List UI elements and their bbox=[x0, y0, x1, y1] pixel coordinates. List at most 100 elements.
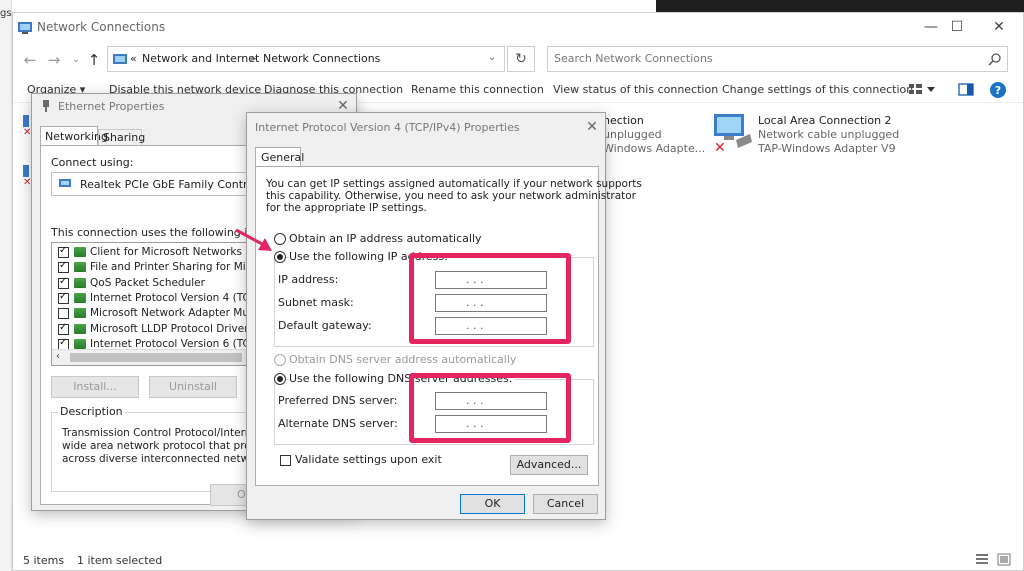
tab-label: Sharing bbox=[103, 131, 146, 144]
network-component-icon bbox=[74, 308, 86, 319]
scroll-left-icon[interactable]: ‹ bbox=[56, 351, 60, 362]
network-component-icon bbox=[74, 338, 86, 349]
network-component-icon bbox=[74, 247, 86, 257]
adapter-driver: Windows Adapte... bbox=[603, 142, 706, 155]
intro-line: for the appropriate IP settings. bbox=[266, 202, 427, 214]
tab-label: General bbox=[261, 151, 305, 164]
network-component-icon bbox=[74, 292, 86, 303]
item-checkbox[interactable] bbox=[58, 308, 69, 320]
adapter-item[interactable]: ✕ Local Area Connection 2 Network cable … bbox=[710, 112, 920, 158]
adapter-name: Local Area Connection 2 bbox=[758, 114, 892, 127]
minimize-button[interactable]: — bbox=[917, 17, 945, 37]
connect-using-label: Connect using: bbox=[51, 156, 134, 169]
validate-checkbox[interactable] bbox=[280, 455, 291, 466]
item-label: Client for Microsoft Networks bbox=[90, 246, 242, 258]
network-component-icon bbox=[74, 277, 86, 288]
description-label: Description bbox=[58, 405, 125, 418]
search-input[interactable]: Search Network Connections bbox=[547, 46, 1008, 72]
forward-arrow-icon[interactable]: → bbox=[45, 51, 63, 69]
refresh-icon[interactable]: ↻ bbox=[507, 46, 535, 72]
close-button[interactable]: ✕ bbox=[985, 17, 1013, 37]
validate-label: Validate settings upon exit bbox=[295, 453, 442, 466]
use-following-dns-radio[interactable] bbox=[274, 373, 286, 385]
item-label: QoS Packet Scheduler bbox=[90, 276, 205, 289]
svg-text:✕: ✕ bbox=[714, 140, 726, 152]
close-icon[interactable]: ✕ bbox=[582, 117, 602, 137]
breadcrumb-chevrons: « bbox=[130, 52, 137, 65]
adapter-status: unplugged bbox=[603, 128, 662, 141]
scrollbar-thumb[interactable] bbox=[70, 353, 242, 362]
preferred-dns-label: Preferred DNS server: bbox=[278, 394, 398, 407]
alternate-dns-label: Alternate DNS server: bbox=[278, 417, 398, 430]
install-button[interactable]: Install... bbox=[51, 376, 139, 398]
change-settings-command[interactable]: Change settings of this connection bbox=[722, 83, 913, 96]
ethernet-icon bbox=[43, 100, 49, 112]
dns-fields-highlight bbox=[409, 373, 571, 443]
recent-dropdown-icon[interactable]: ⌄ bbox=[67, 51, 85, 69]
network-folder-icon bbox=[18, 22, 32, 34]
item-label: Microsoft LLDP Protocol Driver bbox=[90, 322, 249, 335]
adapter-icon-partial: ✕ bbox=[23, 115, 31, 145]
large-icons-view-icon[interactable] bbox=[997, 553, 1011, 566]
adapter-name: Realtek PCIe GbE Family Controller bbox=[80, 178, 272, 191]
intro-line: this capability. Otherwise, you need to … bbox=[266, 190, 637, 202]
status-bar: 5 items 1 item selected bbox=[13, 549, 1023, 571]
preview-pane-icon[interactable] bbox=[958, 83, 974, 97]
pointer-arrow-icon bbox=[235, 228, 272, 251]
uninstall-button[interactable]: Uninstall bbox=[149, 376, 237, 398]
breadcrumb-network-connections[interactable]: Network Connections bbox=[263, 52, 380, 65]
navigation-bar: ← → ⌄ ↑ « Network and Internet > Network… bbox=[13, 45, 1023, 75]
search-icon[interactable] bbox=[988, 52, 1002, 66]
dialog-title: Internet Protocol Version 4 (TCP/IPv4) P… bbox=[255, 121, 520, 134]
maximize-button[interactable]: ☐ bbox=[943, 17, 971, 37]
title-bar: Network Connections — ☐ ✕ bbox=[13, 13, 1023, 43]
obtain-dns-auto-label: Obtain DNS server address automatically bbox=[289, 353, 517, 366]
search-placeholder: Search Network Connections bbox=[554, 52, 713, 65]
help-icon[interactable]: ? bbox=[989, 81, 1007, 99]
default-gateway-label: Default gateway: bbox=[278, 319, 372, 332]
background-window-edge: gs bbox=[0, 0, 12, 571]
view-status-command[interactable]: View status of this connection bbox=[553, 83, 718, 96]
tab-general[interactable]: General bbox=[255, 147, 305, 167]
address-dropdown-icon[interactable]: ⌄ bbox=[488, 52, 496, 63]
ok-button[interactable]: OK bbox=[460, 494, 525, 514]
item-checkbox[interactable] bbox=[58, 291, 69, 304]
adapter-item[interactable]: nection unplugged Windows Adapte... bbox=[603, 114, 713, 160]
adapter-driver: TAP-Windows Adapter V9 bbox=[758, 142, 896, 155]
intro-text: You can get IP settings assigned automat… bbox=[266, 178, 642, 214]
adapter-icon-partial: ✕ bbox=[23, 165, 31, 195]
breadcrumb-network-and-internet[interactable]: Network and Internet bbox=[142, 52, 259, 65]
subnet-mask-label: Subnet mask: bbox=[278, 296, 354, 309]
cancel-button[interactable]: Cancel bbox=[533, 494, 598, 514]
tab-networking[interactable]: Networking bbox=[40, 126, 108, 146]
item-checkbox[interactable] bbox=[58, 245, 69, 258]
address-bar[interactable]: « Network and Internet > Network Connect… bbox=[107, 46, 505, 72]
background-dark-window bbox=[656, 0, 1024, 12]
view-options-icon[interactable] bbox=[908, 83, 936, 97]
network-component-icon bbox=[74, 323, 86, 334]
background-window-text: gs bbox=[0, 8, 12, 19]
obtain-dns-auto-radio[interactable] bbox=[274, 354, 286, 366]
item-checkbox[interactable] bbox=[58, 260, 69, 274]
item-checkbox[interactable] bbox=[58, 276, 69, 289]
network-adapter-icon: ✕ bbox=[714, 114, 752, 152]
item-count: 5 items bbox=[23, 554, 65, 567]
intro-line: You can get IP settings assigned automat… bbox=[266, 178, 642, 190]
advanced-button[interactable]: Advanced... bbox=[510, 455, 588, 475]
tab-sharing[interactable]: Sharing bbox=[98, 129, 146, 146]
adapter-status: Network cable unplugged bbox=[758, 128, 900, 141]
network-location-icon bbox=[113, 54, 127, 64]
breadcrumb-separator: > bbox=[248, 52, 258, 65]
dialog-title: Ethernet Properties bbox=[58, 100, 165, 113]
svg-text:?: ? bbox=[995, 84, 1001, 97]
adapter-name: nection bbox=[603, 114, 644, 127]
rename-command[interactable]: Rename this connection bbox=[411, 83, 544, 96]
network-component-icon bbox=[74, 262, 86, 273]
details-view-icon[interactable] bbox=[975, 553, 989, 566]
back-arrow-icon[interactable]: ← bbox=[21, 51, 39, 69]
ip-fields-highlight bbox=[409, 253, 571, 344]
up-arrow-icon[interactable]: ↑ bbox=[85, 51, 103, 69]
obtain-ip-auto-label: Obtain an IP address automatically bbox=[289, 232, 482, 245]
network-card-icon bbox=[59, 179, 71, 187]
item-checkbox[interactable] bbox=[58, 322, 69, 335]
